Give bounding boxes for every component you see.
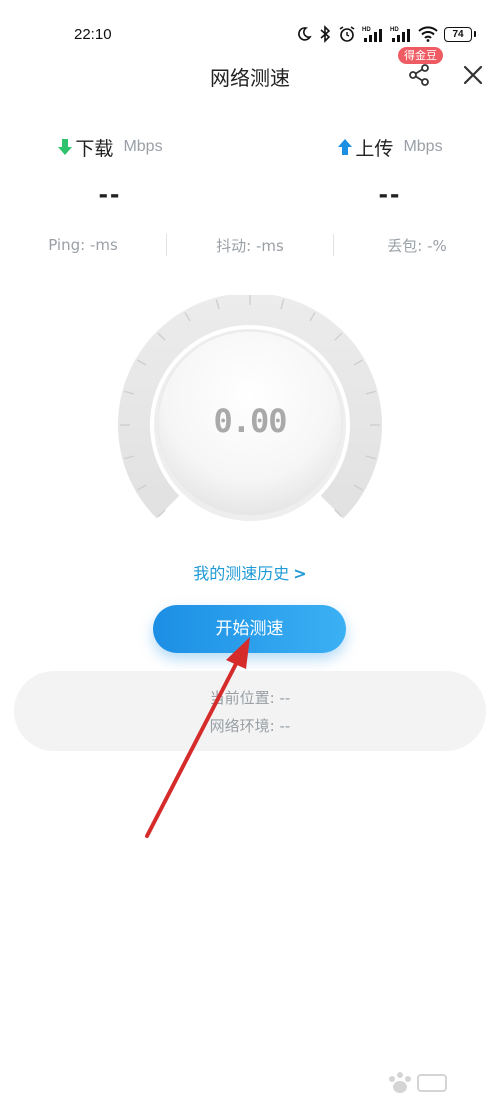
network-environment: 网络环境: --: [209, 717, 291, 735]
moon-icon: [298, 27, 312, 41]
upload-value: --: [378, 178, 402, 209]
speed-history-link[interactable]: 我的测速历史 >: [0, 560, 500, 584]
download-unit: Mbps: [123, 138, 163, 155]
current-location: 当前位置: --: [209, 689, 291, 707]
wifi-icon: [418, 26, 438, 42]
speed-history-label: 我的测速历史: [193, 564, 290, 583]
upload-label: 上传: [355, 137, 394, 160]
svg-text:HD: HD: [362, 27, 371, 33]
ping-metric: Ping: -ms: [48, 236, 118, 254]
battery-icon: 74: [444, 26, 476, 42]
download-arrow-icon: [58, 139, 73, 155]
bluetooth-icon: [320, 25, 331, 43]
download-speed: 下载 Mbps --: [30, 132, 190, 210]
start-test-button[interactable]: 开始测速: [153, 605, 346, 653]
download-value: --: [98, 178, 122, 209]
reward-badge[interactable]: 得金豆: [398, 47, 443, 64]
speed-test-screen: 22:10 HD HD 74 网络测速 得金豆 下载 Mbps -- 上传 Mb…: [0, 0, 500, 1111]
gauge-value: 0.00: [213, 402, 287, 440]
packet-loss-metric: 丢包: -%: [387, 236, 447, 255]
download-label: 下载: [75, 137, 114, 160]
jitter-metric: 抖动: -ms: [216, 236, 284, 255]
status-time: 22:10: [74, 26, 112, 43]
signal-hd-icon: HD: [362, 27, 382, 42]
network-info-panel: 当前位置: -- 网络环境: --: [14, 671, 486, 751]
share-icon[interactable]: [404, 60, 434, 90]
upload-speed: 上传 Mbps --: [310, 132, 470, 210]
alarm-icon: [339, 26, 355, 42]
watermark-logo-icon: [389, 1072, 447, 1093]
metrics-row: Ping: -ms 抖动: -ms 丢包: -%: [0, 230, 500, 260]
status-icons: HD HD 74: [296, 22, 476, 46]
upload-unit: Mbps: [403, 138, 443, 155]
signal-hd-icon: HD: [390, 27, 410, 42]
chevron-right-icon: >: [293, 564, 307, 583]
close-icon[interactable]: [460, 62, 486, 88]
upload-arrow-icon: [338, 139, 353, 155]
svg-text:HD: HD: [390, 27, 399, 33]
